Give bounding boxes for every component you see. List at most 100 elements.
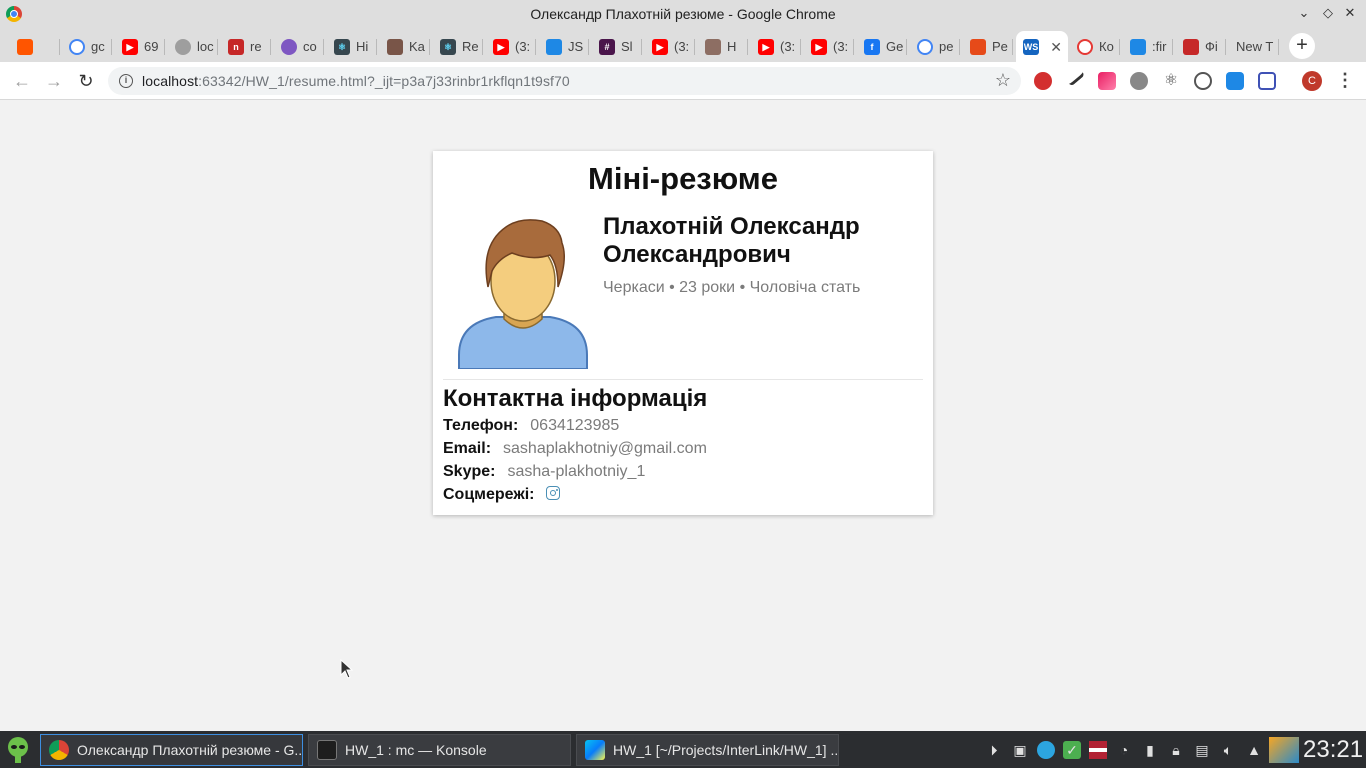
update-check-icon[interactable]: ✓	[1063, 741, 1081, 759]
taskbar-item-label: HW_1 [~/Projects/InterLink/HW_1] ...	[613, 742, 839, 758]
browser-tab[interactable]: loc	[168, 31, 218, 62]
taskbar-item-webstorm[interactable]: HW_1 [~/Projects/InterLink/HW_1] ...	[576, 734, 839, 766]
minimize-icon[interactable]: ⌄	[1295, 4, 1313, 22]
media-play-icon[interactable]: ⏵	[985, 741, 1003, 759]
browser-tab[interactable]: co	[274, 31, 324, 62]
instagram-icon[interactable]	[546, 486, 561, 500]
adblock-extension-icon[interactable]	[1034, 72, 1052, 90]
trello-icon	[705, 38, 721, 55]
slack-icon: #	[599, 38, 615, 55]
browser-tab[interactable]: Ко	[1070, 31, 1120, 62]
browser-tab[interactable]: gc	[62, 31, 112, 62]
browser-tab[interactable]: pe	[910, 31, 960, 62]
tab-label: gc	[91, 39, 105, 54]
youtube-icon: ▶	[122, 38, 138, 55]
browser-tab[interactable]: ▶ (3:	[751, 31, 801, 62]
tab-label: loc	[197, 39, 214, 54]
html-icon	[970, 38, 986, 55]
hat-icon	[546, 38, 562, 55]
wifi-icon[interactable]: ◔	[1115, 741, 1133, 759]
telegram-icon[interactable]	[1037, 741, 1055, 759]
browser-tab[interactable]: # Sl	[592, 31, 642, 62]
kebab-menu-icon[interactable]: ⋮	[1336, 70, 1354, 91]
webstorm-icon: WS	[1023, 38, 1039, 55]
soundcloud-icon	[17, 38, 33, 55]
browser-tab[interactable]: Ka	[380, 31, 430, 62]
tab-label: pe	[939, 39, 954, 54]
app-launcher-icon[interactable]	[6, 736, 30, 764]
youtube-icon: ▶	[758, 38, 774, 55]
tab-label: Sl	[621, 39, 633, 54]
webstorm-icon	[585, 740, 605, 760]
volume-icon[interactable]: 🔈︎	[1219, 741, 1237, 759]
browser-tab[interactable]: n re	[221, 31, 271, 62]
info-icon[interactable]: i	[119, 74, 133, 88]
browser-tab[interactable]: ▶ 69	[115, 31, 165, 62]
taskbar-item-chrome[interactable]: Олександр Плахотній резюме - G...	[40, 734, 303, 766]
sunglasses-icon	[387, 38, 403, 55]
translate-extension-icon[interactable]	[1226, 72, 1244, 90]
page-title: Міні-резюме	[588, 161, 778, 196]
browser-tab[interactable]: H	[698, 31, 748, 62]
new-tab-button[interactable]: +	[1289, 33, 1315, 59]
gear-extension-icon[interactable]	[1130, 72, 1148, 90]
browser-tab[interactable]: Фі	[1176, 31, 1226, 62]
section-divider	[443, 379, 923, 380]
profile-avatar[interactable]: C	[1302, 71, 1322, 91]
browser-tab[interactable]: New T	[1229, 31, 1279, 62]
brand-icon	[1183, 38, 1199, 55]
browser-tab[interactable]: ▶ (3:	[804, 31, 854, 62]
react-devtools-icon[interactable]: ⚛	[1162, 72, 1180, 90]
tab-label: New T	[1236, 39, 1274, 54]
react-icon: ⚛	[334, 38, 350, 55]
color-extension-icon[interactable]	[1098, 72, 1116, 90]
tab-label: JS	[568, 39, 584, 54]
browser-tab[interactable]: ⚛ Re	[433, 31, 483, 62]
npm-icon: n	[228, 38, 244, 55]
target-extension-icon[interactable]	[1194, 72, 1212, 90]
browser-tab[interactable]: f Ge	[857, 31, 907, 62]
lock-extension-icon[interactable]	[1258, 72, 1276, 90]
browser-tab[interactable]: JS	[539, 31, 589, 62]
phone-row: Телефон: 0634123985	[443, 417, 619, 435]
social-row: Соцмережі:	[443, 486, 561, 504]
url-path: :63342/HW_1/resume.html?_ijt=p3a7j33rinb…	[198, 73, 570, 89]
youtube-icon: ▶	[493, 38, 509, 55]
pen-extension-icon[interactable]	[1064, 67, 1086, 87]
browser-tab[interactable]: ▶ (3:	[645, 31, 695, 62]
phone-label: Телефон:	[443, 417, 519, 434]
tab-label: Ka	[409, 39, 425, 54]
browser-tab[interactable]	[10, 31, 60, 62]
clipboard-icon[interactable]: ▣	[1011, 741, 1029, 759]
email-label: Email:	[443, 440, 492, 457]
desktop-preview-icon[interactable]	[1269, 737, 1299, 763]
address-bar[interactable]: i localhost:63342/HW_1/resume.html?_ijt=…	[108, 67, 1021, 95]
close-tab-icon[interactable]: ✕	[1050, 39, 1062, 56]
tab-label: Pe	[992, 39, 1008, 54]
taskbar-item-konsole[interactable]: HW_1 : mc — Konsole	[308, 734, 571, 766]
reload-icon[interactable]: ↻	[75, 70, 97, 92]
url-text[interactable]: localhost:63342/HW_1/resume.html?_ijt=p3…	[142, 73, 570, 89]
forward-arrow-icon[interactable]: →	[43, 70, 65, 92]
browser-tab[interactable]: :fir	[1123, 31, 1173, 62]
browser-tab-active[interactable]: WS ✕	[1016, 31, 1068, 62]
bookmark-star-icon[interactable]: ☆	[995, 70, 1011, 91]
us-flag-icon[interactable]	[1089, 741, 1107, 759]
lock-icon[interactable]: 🔒︎	[1167, 741, 1185, 759]
tray-expand-icon[interactable]: ▲	[1245, 741, 1263, 759]
close-window-icon[interactable]: ✕	[1341, 4, 1359, 22]
browser-toolbar: ← → ↻ i localhost:63342/HW_1/resume.html…	[0, 62, 1366, 100]
browser-tab[interactable]: ⚛ Hi	[327, 31, 377, 62]
browser-tab[interactable]: ▶ (3:	[486, 31, 536, 62]
tab-label: Ко	[1099, 39, 1114, 54]
battery-icon[interactable]: ▮	[1141, 741, 1159, 759]
tab-label: Фі	[1205, 39, 1218, 54]
youtube-icon: ▶	[652, 38, 668, 55]
email-link[interactable]: sashaplakhotniy@gmail.com	[503, 440, 707, 457]
back-arrow-icon[interactable]: ←	[11, 70, 33, 92]
tab-label: Hi	[356, 39, 369, 54]
browser-tab[interactable]: Pe	[963, 31, 1013, 62]
notes-icon[interactable]: ▤	[1193, 741, 1211, 759]
dot-icon	[281, 38, 297, 55]
maximize-icon[interactable]: ◇	[1319, 4, 1337, 22]
